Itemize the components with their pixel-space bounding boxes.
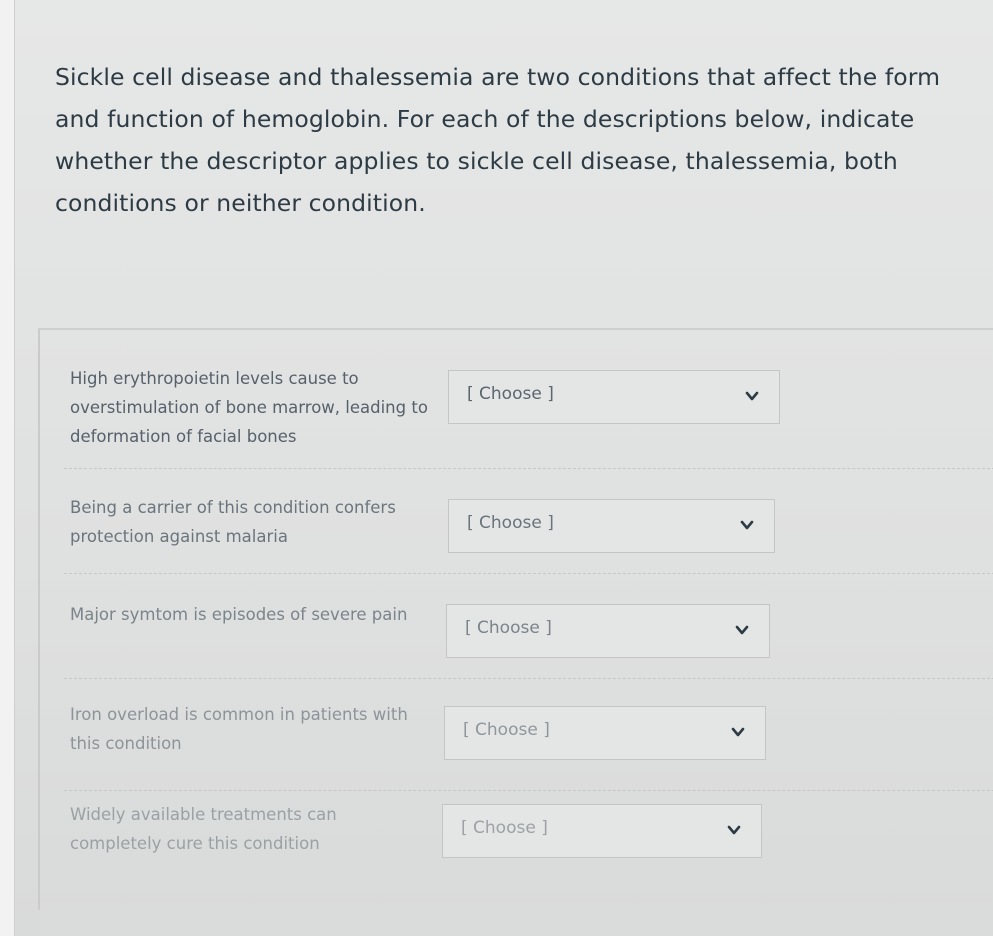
answer-select-2[interactable]: [ Choose ]: [448, 499, 775, 553]
chevron-down-icon: [735, 623, 749, 637]
answers-list: High erythropoietin levels cause to over…: [38, 328, 993, 910]
answer-select-value-1: [ Choose ]: [467, 384, 554, 404]
answer-row-3: Major symtom is episodes of severe pain …: [64, 600, 993, 679]
answer-label-3: Major symtom is episodes of severe pain: [70, 605, 408, 624]
answer-select-value-2: [ Choose ]: [467, 513, 554, 533]
answer-label-5: Widely available treatments can complete…: [70, 805, 337, 853]
chevron-down-icon: [731, 725, 745, 739]
answer-select-5[interactable]: [ Choose ]: [442, 804, 762, 858]
answer-select-value-5: [ Choose ]: [461, 818, 548, 838]
page-left-edge: [0, 0, 15, 936]
chevron-down-icon: [740, 518, 754, 532]
question-text: Sickle cell disease and thalessemia are …: [55, 63, 941, 217]
answer-row-1: High erythropoietin levels cause to over…: [64, 364, 993, 469]
answer-row-5: Widely available treatments can complete…: [64, 800, 993, 888]
quiz-page: Sickle cell disease and thalessemia are …: [0, 0, 993, 936]
answer-select-4[interactable]: [ Choose ]: [444, 706, 766, 760]
answer-select-value-3: [ Choose ]: [465, 618, 552, 638]
answer-row-4: Iron overload is common in patients with…: [64, 700, 993, 791]
answer-row-2: Being a carrier of this condition confer…: [64, 493, 993, 574]
chevron-down-icon: [727, 823, 741, 837]
answer-label-2: Being a carrier of this condition confer…: [70, 498, 396, 546]
answer-select-1[interactable]: [ Choose ]: [448, 370, 780, 424]
answer-select-value-4: [ Choose ]: [463, 720, 550, 740]
answer-select-3[interactable]: [ Choose ]: [446, 604, 770, 658]
chevron-down-icon: [745, 389, 759, 403]
answer-label-1: High erythropoietin levels cause to over…: [70, 369, 428, 446]
answer-label-4: Iron overload is common in patients with…: [70, 705, 408, 753]
page-bottom-strip: [40, 903, 993, 936]
